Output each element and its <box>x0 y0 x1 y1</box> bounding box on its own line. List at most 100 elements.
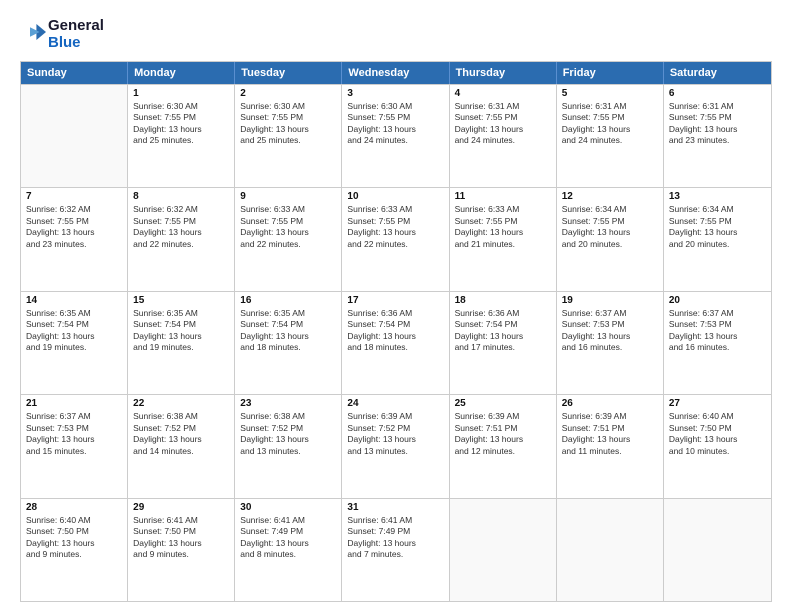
week-row-5: 28 Sunrise: 6:40 AM Sunset: 7:50 PM Dayli… <box>21 498 771 601</box>
day-number: 16 <box>240 295 336 306</box>
day-info: Sunrise: 6:39 AM Sunset: 7:51 PM Dayligh… <box>562 411 658 457</box>
table-row: 15 Sunrise: 6:35 AM Sunset: 7:54 PM Dayli… <box>128 292 235 394</box>
day-number: 1 <box>133 88 229 99</box>
day-number: 2 <box>240 88 336 99</box>
day-number: 15 <box>133 295 229 306</box>
day-info: Sunrise: 6:40 AM Sunset: 7:50 PM Dayligh… <box>669 411 766 457</box>
table-row <box>664 499 771 601</box>
table-row: 22Sunrise: 6:38 AM Sunset: 7:52 PM Dayli… <box>128 395 235 497</box>
table-row: 20Sunrise: 6:37 AM Sunset: 7:53 PM Dayli… <box>664 292 771 394</box>
day-number: 31 <box>347 502 443 513</box>
day-number: 25 <box>455 398 551 409</box>
table-row <box>450 499 557 601</box>
day-number: 14 <box>26 295 122 306</box>
table-row: 21 Sunrise: 6:37 AM Sunset: 7:53 PM Dayli… <box>21 395 128 497</box>
day-number: 28 <box>26 502 122 513</box>
day-info: Sunrise: 6:33 AM Sunset: 7:55 PM Dayligh… <box>240 204 336 250</box>
table-row: 27 Sunrise: 6:40 AM Sunset: 7:50 PM Dayli… <box>664 395 771 497</box>
table-row: 11 Sunrise: 6:33 AM Sunset: 7:55 PM Dayli… <box>450 188 557 290</box>
day-number: 22 <box>133 398 229 409</box>
calendar-body: 1 Sunrise: 6:30 AM Sunset: 7:55 PM Daylig… <box>21 84 771 601</box>
table-row: 17Sunrise: 6:36 AM Sunset: 7:54 PM Dayli… <box>342 292 449 394</box>
day-number: 27 <box>669 398 766 409</box>
logo-line1: General <box>48 18 104 35</box>
col-header-tuesday: Tuesday <box>235 62 342 84</box>
day-number: 13 <box>669 191 766 202</box>
day-info: Sunrise: 6:35 AM Sunset: 7:54 PM Dayligh… <box>133 308 229 354</box>
day-number: 4 <box>455 88 551 99</box>
header: General Blue <box>20 18 772 51</box>
col-header-monday: Monday <box>128 62 235 84</box>
calendar-header: SundayMondayTuesdayWednesdayThursdayFrid… <box>21 62 771 84</box>
day-info: Sunrise: 6:31 AM Sunset: 7:55 PM Dayligh… <box>669 101 766 147</box>
day-number: 12 <box>562 191 658 202</box>
table-row: 14 Sunrise: 6:35 AM Sunset: 7:54 PM Dayli… <box>21 292 128 394</box>
day-info: Sunrise: 6:36 AM Sunset: 7:54 PM Dayligh… <box>455 308 551 354</box>
col-header-wednesday: Wednesday <box>342 62 449 84</box>
table-row: 4 Sunrise: 6:31 AM Sunset: 7:55 PM Daylig… <box>450 85 557 187</box>
day-number: 5 <box>562 88 658 99</box>
day-number: 10 <box>347 191 443 202</box>
table-row: 3Sunrise: 6:30 AM Sunset: 7:55 PM Daylig… <box>342 85 449 187</box>
table-row: 24 Sunrise: 6:39 AM Sunset: 7:52 PM Dayli… <box>342 395 449 497</box>
table-row: 16 Sunrise: 6:35 AM Sunset: 7:54 PM Dayli… <box>235 292 342 394</box>
day-info: Sunrise: 6:31 AM Sunset: 7:55 PM Dayligh… <box>455 101 551 147</box>
day-number: 11 <box>455 191 551 202</box>
table-row: 31Sunrise: 6:41 AM Sunset: 7:49 PM Dayli… <box>342 499 449 601</box>
week-row-3: 14 Sunrise: 6:35 AM Sunset: 7:54 PM Dayli… <box>21 291 771 394</box>
day-number: 29 <box>133 502 229 513</box>
table-row: 1 Sunrise: 6:30 AM Sunset: 7:55 PM Daylig… <box>128 85 235 187</box>
week-row-4: 21 Sunrise: 6:37 AM Sunset: 7:53 PM Dayli… <box>21 394 771 497</box>
day-info: Sunrise: 6:32 AM Sunset: 7:55 PM Dayligh… <box>26 204 122 250</box>
table-row: 12 Sunrise: 6:34 AM Sunset: 7:55 PM Dayli… <box>557 188 664 290</box>
day-info: Sunrise: 6:34 AM Sunset: 7:55 PM Dayligh… <box>562 204 658 250</box>
day-number: 24 <box>347 398 443 409</box>
day-info: Sunrise: 6:39 AM Sunset: 7:51 PM Dayligh… <box>455 411 551 457</box>
table-row: 23Sunrise: 6:38 AM Sunset: 7:52 PM Dayli… <box>235 395 342 497</box>
day-number: 9 <box>240 191 336 202</box>
day-info: Sunrise: 6:41 AM Sunset: 7:49 PM Dayligh… <box>240 515 336 561</box>
day-info: Sunrise: 6:40 AM Sunset: 7:50 PM Dayligh… <box>26 515 122 561</box>
day-number: 8 <box>133 191 229 202</box>
table-row: 6Sunrise: 6:31 AM Sunset: 7:55 PM Daylig… <box>664 85 771 187</box>
day-number: 30 <box>240 502 336 513</box>
table-row: 28 Sunrise: 6:40 AM Sunset: 7:50 PM Dayli… <box>21 499 128 601</box>
day-number: 23 <box>240 398 336 409</box>
table-row: 18 Sunrise: 6:36 AM Sunset: 7:54 PM Dayli… <box>450 292 557 394</box>
day-info: Sunrise: 6:30 AM Sunset: 7:55 PM Dayligh… <box>240 101 336 147</box>
table-row: 26 Sunrise: 6:39 AM Sunset: 7:51 PM Dayli… <box>557 395 664 497</box>
day-info: Sunrise: 6:35 AM Sunset: 7:54 PM Dayligh… <box>26 308 122 354</box>
table-row: 19Sunrise: 6:37 AM Sunset: 7:53 PM Dayli… <box>557 292 664 394</box>
table-row <box>21 85 128 187</box>
day-info: Sunrise: 6:30 AM Sunset: 7:55 PM Dayligh… <box>133 101 229 147</box>
day-info: Sunrise: 6:41 AM Sunset: 7:50 PM Dayligh… <box>133 515 229 561</box>
day-info: Sunrise: 6:37 AM Sunset: 7:53 PM Dayligh… <box>562 308 658 354</box>
table-row: 25 Sunrise: 6:39 AM Sunset: 7:51 PM Dayli… <box>450 395 557 497</box>
col-header-saturday: Saturday <box>664 62 771 84</box>
table-row: 5Sunrise: 6:31 AM Sunset: 7:55 PM Daylig… <box>557 85 664 187</box>
table-row <box>557 499 664 601</box>
day-info: Sunrise: 6:35 AM Sunset: 7:54 PM Dayligh… <box>240 308 336 354</box>
col-header-sunday: Sunday <box>21 62 128 84</box>
col-header-thursday: Thursday <box>450 62 557 84</box>
day-info: Sunrise: 6:37 AM Sunset: 7:53 PM Dayligh… <box>26 411 122 457</box>
table-row: 8 Sunrise: 6:32 AM Sunset: 7:55 PM Daylig… <box>128 188 235 290</box>
day-number: 7 <box>26 191 122 202</box>
day-number: 21 <box>26 398 122 409</box>
day-info: Sunrise: 6:33 AM Sunset: 7:55 PM Dayligh… <box>347 204 443 250</box>
day-info: Sunrise: 6:39 AM Sunset: 7:52 PM Dayligh… <box>347 411 443 457</box>
day-info: Sunrise: 6:33 AM Sunset: 7:55 PM Dayligh… <box>455 204 551 250</box>
page: General Blue SundayMondayTuesdayWednesda… <box>0 0 792 612</box>
day-number: 18 <box>455 295 551 306</box>
logo: General Blue <box>20 18 104 51</box>
day-number: 26 <box>562 398 658 409</box>
table-row: 10 Sunrise: 6:33 AM Sunset: 7:55 PM Dayli… <box>342 188 449 290</box>
table-row: 29 Sunrise: 6:41 AM Sunset: 7:50 PM Dayli… <box>128 499 235 601</box>
day-info: Sunrise: 6:34 AM Sunset: 7:55 PM Dayligh… <box>669 204 766 250</box>
logo-line2: Blue <box>48 35 104 52</box>
col-header-friday: Friday <box>557 62 664 84</box>
calendar: SundayMondayTuesdayWednesdayThursdayFrid… <box>20 61 772 602</box>
day-info: Sunrise: 6:32 AM Sunset: 7:55 PM Dayligh… <box>133 204 229 250</box>
table-row: 9 Sunrise: 6:33 AM Sunset: 7:55 PM Daylig… <box>235 188 342 290</box>
table-row: 2 Sunrise: 6:30 AM Sunset: 7:55 PM Daylig… <box>235 85 342 187</box>
